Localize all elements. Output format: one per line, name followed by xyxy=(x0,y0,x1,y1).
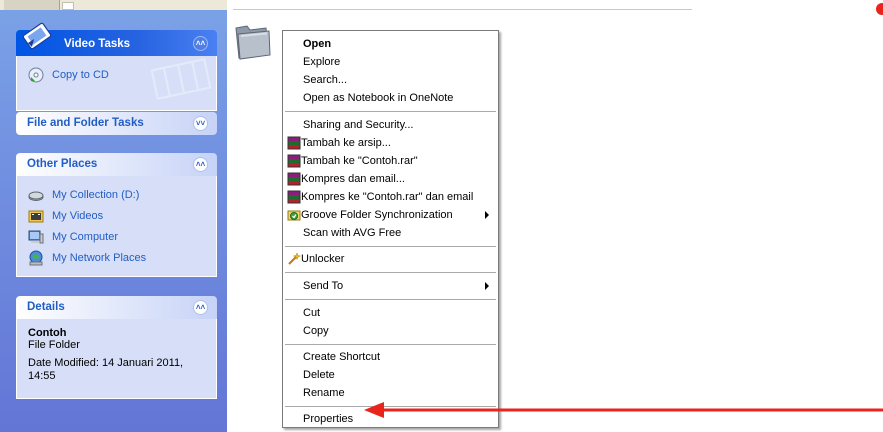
menu-item-delete-label: Delete xyxy=(303,369,335,381)
other-places-title: Other Places xyxy=(27,158,98,170)
file-folder-tasks-header[interactable]: File and Folder Tasks ˅˅ xyxy=(16,112,217,135)
menu-item-cut-label: Cut xyxy=(303,307,321,319)
videos-folder-icon xyxy=(28,210,44,222)
menu-item-kompres-email[interactable]: Kompres dan email... xyxy=(284,170,497,188)
my-computer-label: My Computer xyxy=(52,230,119,243)
menu-separator xyxy=(285,299,496,300)
annotation-arrow-icon xyxy=(364,402,883,418)
details-modified-line1: Date Modified: 14 Januari 2011, xyxy=(28,357,184,369)
menu-item-cut[interactable]: Cut xyxy=(284,304,497,322)
other-places-header[interactable]: Other Places ˄˄ xyxy=(16,153,217,176)
winrar-icon xyxy=(287,154,301,168)
toolbar-tab[interactable] xyxy=(4,0,60,10)
details-body: Contoh File Folder Date Modified: 14 Jan… xyxy=(16,319,217,399)
expand-chevron-icon[interactable]: ˅˅ xyxy=(193,116,208,131)
details-type: File Folder xyxy=(28,339,80,351)
video-tasks-header[interactable]: Video Tasks ˄˄ xyxy=(16,22,217,56)
collapse-chevron-icon[interactable]: ˄˄ xyxy=(193,300,208,315)
file-folder-tasks-title: File and Folder Tasks xyxy=(27,117,144,129)
winrar-icon xyxy=(287,172,301,186)
video-tasks-title: Video Tasks xyxy=(64,38,131,50)
header-divider xyxy=(233,9,692,10)
menu-item-kompres-email-label: Kompres dan email... xyxy=(301,173,405,185)
menu-item-unlocker-label: Unlocker xyxy=(301,253,345,265)
unlocker-wand-icon xyxy=(288,252,301,265)
menu-item-groove-sync[interactable]: Groove Folder Synchronization xyxy=(284,206,497,224)
details-header[interactable]: Details ˄˄ xyxy=(16,296,217,319)
context-menu: Open Explore Search... Open as Notebook … xyxy=(282,30,499,428)
details-panel: Details ˄˄ Contoh File Folder Date Modif… xyxy=(16,296,217,399)
other-places-my-computer[interactable]: My Computer xyxy=(28,226,206,247)
menu-item-explore-label: Explore xyxy=(303,56,341,68)
menu-item-open-onenote-label: Open as Notebook in OneNote xyxy=(303,92,454,104)
menu-separator xyxy=(285,111,496,112)
menu-item-tambah-arsip[interactable]: Tambah ke arsip... xyxy=(284,134,497,152)
other-places-my-network[interactable]: My Network Places xyxy=(28,247,206,268)
details-title: Details xyxy=(27,301,65,313)
menu-item-send-to[interactable]: Send To xyxy=(284,277,497,295)
submenu-arrow-icon xyxy=(485,211,489,219)
menu-item-sharing-security[interactable]: Sharing and Security... xyxy=(284,116,497,134)
menu-item-unlocker[interactable]: Unlocker xyxy=(284,250,497,268)
task-pane: Video Tasks ˄˄ Copy to CD File and Folde… xyxy=(0,0,227,432)
details-modified-line2: 14:55 xyxy=(28,370,56,382)
my-network-label: My Network Places xyxy=(52,251,147,264)
menu-item-tambah-contoh-rar[interactable]: Tambah ke "Contoh.rar" xyxy=(284,152,497,170)
filmstrip-watermark-icon xyxy=(150,58,212,100)
menu-item-scan-avg-label: Scan with AVG Free xyxy=(303,227,402,239)
menu-item-tambah-arsip-label: Tambah ke arsip... xyxy=(301,137,391,149)
menu-item-properties-label: Properties xyxy=(303,413,354,425)
menu-item-copy[interactable]: Copy xyxy=(284,322,497,340)
other-places-my-videos[interactable]: My Videos xyxy=(28,205,206,226)
collapse-chevron-icon[interactable]: ˄˄ xyxy=(193,157,208,172)
menu-separator xyxy=(285,246,496,247)
other-places-panel: Other Places ˄˄ My Collection (D:) My Vi… xyxy=(16,153,217,277)
menu-item-tambah-contoh-rar-label: Tambah ke "Contoh.rar" xyxy=(301,155,418,167)
toolbar-tab-small[interactable] xyxy=(62,2,74,10)
folder-icon[interactable] xyxy=(233,22,273,60)
menu-item-search[interactable]: Search... xyxy=(284,71,497,89)
menu-item-sharing-security-label: Sharing and Security... xyxy=(303,119,414,131)
network-icon xyxy=(29,250,43,265)
toolbar-strip xyxy=(0,0,227,10)
menu-item-rename-label: Rename xyxy=(303,387,345,399)
red-marker-dot xyxy=(876,3,883,15)
menu-item-search-label: Search... xyxy=(303,74,348,86)
menu-item-open-onenote[interactable]: Open as Notebook in OneNote xyxy=(284,89,497,107)
collapse-chevron-icon[interactable]: ˄˄ xyxy=(193,36,208,51)
menu-item-create-shortcut[interactable]: Create Shortcut xyxy=(284,348,497,366)
other-places-body: My Collection (D:) My Videos My Computer xyxy=(16,176,217,277)
drive-icon xyxy=(28,191,44,201)
video-tasks-body: Copy to CD xyxy=(16,56,217,111)
computer-icon xyxy=(28,230,44,243)
menu-item-send-to-label: Send To xyxy=(303,280,344,292)
menu-item-kompres-contoh-email-label: Kompres ke "Contoh.rar" dan email xyxy=(301,191,474,203)
winrar-icon xyxy=(287,190,301,204)
my-collection-label: My Collection (D:) xyxy=(52,188,140,201)
menu-item-delete[interactable]: Delete xyxy=(284,366,497,384)
menu-item-explore[interactable]: Explore xyxy=(284,53,497,71)
menu-item-groove-sync-label: Groove Folder Synchronization xyxy=(301,209,453,221)
menu-item-create-shortcut-label: Create Shortcut xyxy=(303,351,381,363)
menu-item-kompres-contoh-email[interactable]: Kompres ke "Contoh.rar" dan email xyxy=(284,188,497,206)
winrar-icon xyxy=(287,136,301,150)
menu-separator xyxy=(285,272,496,273)
my-videos-label: My Videos xyxy=(52,209,104,222)
submenu-arrow-icon xyxy=(485,282,489,290)
other-places-my-collection[interactable]: My Collection (D:) xyxy=(28,184,206,205)
cd-copy-icon xyxy=(28,67,44,82)
menu-item-scan-avg[interactable]: Scan with AVG Free xyxy=(284,224,497,242)
menu-separator xyxy=(285,344,496,345)
menu-item-open[interactable]: Open xyxy=(284,35,497,53)
groove-sync-icon xyxy=(287,210,301,221)
video-tasks-icon xyxy=(22,22,52,50)
menu-item-open-label: Open xyxy=(303,38,332,50)
details-name: Contoh xyxy=(28,327,67,339)
menu-item-copy-label: Copy xyxy=(303,325,329,337)
file-folder-tasks-panel: File and Folder Tasks ˅˅ xyxy=(16,112,217,135)
video-tasks-panel: Video Tasks ˄˄ Copy to CD xyxy=(16,22,217,111)
copy-to-cd-label: Copy to CD xyxy=(52,68,109,81)
